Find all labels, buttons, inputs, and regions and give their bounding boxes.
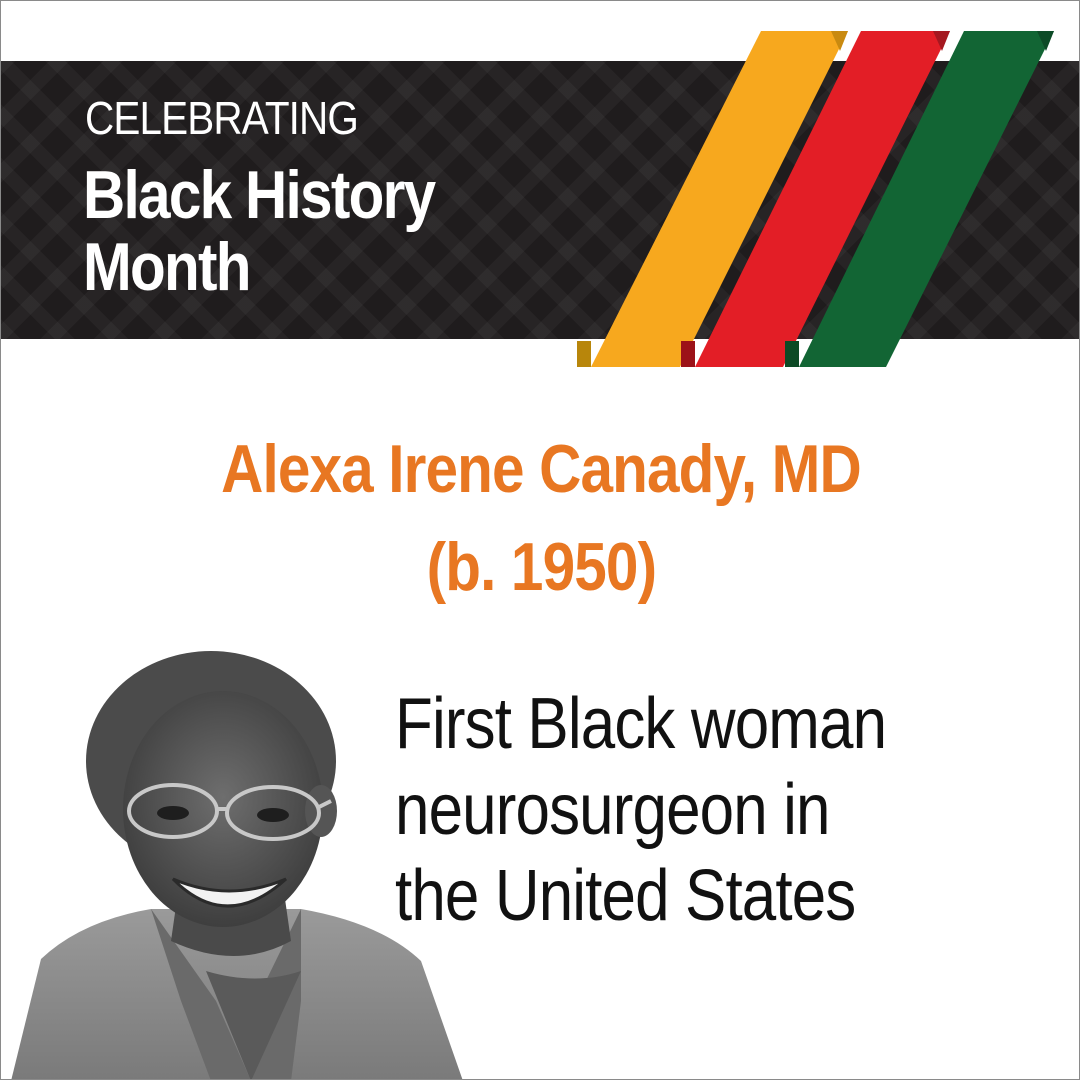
stripe-red [681,341,695,367]
banner-kicker: CELEBRATING [85,92,359,144]
honoree-fact: First Black woman neurosurgeon in the Un… [395,681,980,939]
portrait-eye [257,808,289,822]
banner-headline-line: Month [83,229,251,305]
honoree-fact-line: First Black woman [395,684,887,764]
stripe-green [785,341,799,367]
banner-headline-line: Black History [83,157,436,233]
banner-headline: Black History Month [83,157,436,305]
honoree-name-text: Alexa Irene Canady, MD [221,431,862,507]
honoree-years: (b. 1950) [1,529,1079,605]
honoree-fact-line: the United States [395,856,856,936]
honoree-name: Alexa Irene Canady, MD [1,431,1079,507]
portrait-eye [157,806,189,820]
stripe-yellow [577,341,591,367]
bhm-card: CELEBRATING Black History Month Alexa Ir… [0,0,1080,1080]
honoree-fact-line: neurosurgeon in [395,770,830,850]
honoree-years-text: (b. 1950) [426,529,656,605]
